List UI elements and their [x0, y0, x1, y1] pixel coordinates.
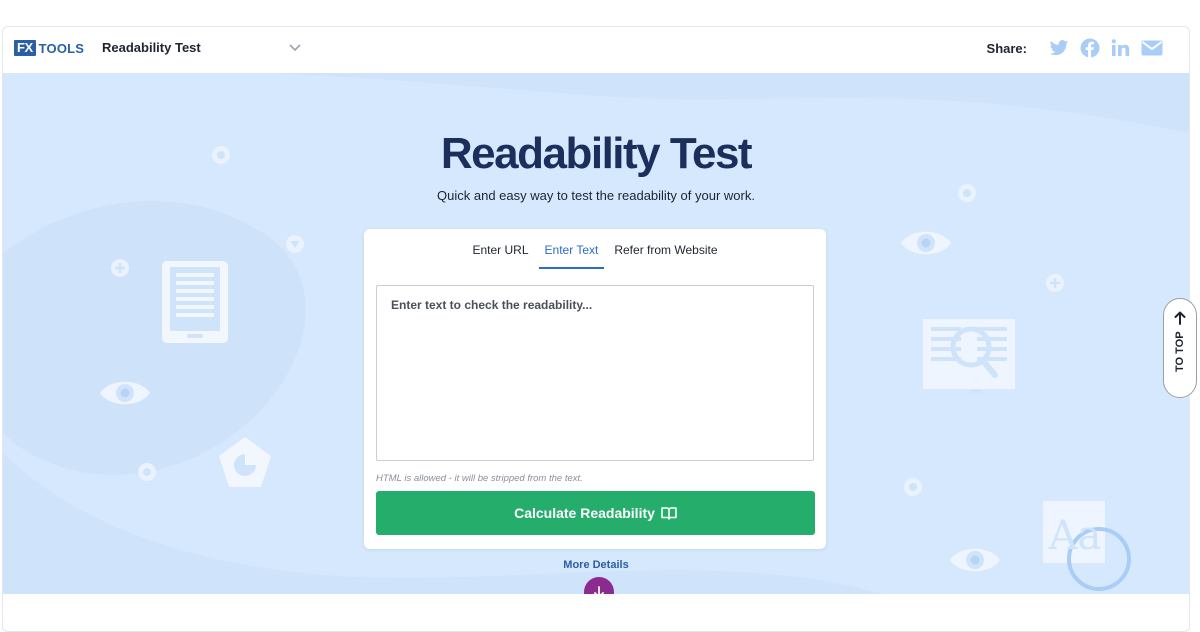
- hero-section: Aa Readability Test Quick and easy way t…: [3, 73, 1189, 594]
- circle-dot-icon: [904, 478, 922, 496]
- html-allowed-hint: HTML is allowed - it will be stripped fr…: [376, 473, 583, 484]
- eye-icon: [901, 231, 951, 255]
- tool-selector-label[interactable]: Readability Test: [102, 40, 201, 55]
- chevron-down-icon[interactable]: [287, 41, 303, 55]
- tab-enter-url[interactable]: Enter URL: [467, 243, 535, 269]
- page-subtitle: Quick and easy way to test the readabili…: [437, 188, 755, 203]
- tab-enter-text[interactable]: Enter Text: [538, 243, 605, 269]
- input-mode-tabs: Enter URL Enter Text Refer from Website: [364, 243, 826, 269]
- share-label: Share:: [986, 40, 1027, 56]
- twitter-icon[interactable]: [1048, 37, 1070, 59]
- plus-circle-icon: [1046, 274, 1064, 292]
- triangle-badge-icon: [286, 235, 304, 253]
- logo-text: TOOLS: [38, 40, 85, 56]
- to-top-label: TO TOP: [1174, 331, 1186, 372]
- linkedin-icon[interactable]: [1110, 37, 1132, 59]
- email-icon[interactable]: [1141, 37, 1163, 59]
- share-bar: Share:: [987, 37, 1163, 59]
- top-bar: FX TOOLS Readability Test Share:: [3, 27, 1189, 73]
- calculate-readability-button[interactable]: Calculate Readability: [376, 491, 815, 535]
- svg-text:Aa: Aa: [1048, 513, 1102, 559]
- calculate-button-label: Calculate Readability: [514, 505, 655, 521]
- text-input-area[interactable]: [376, 285, 814, 461]
- page-title: Readability Test: [440, 129, 753, 178]
- book-magnifier-icon: [923, 319, 1015, 393]
- readability-form-card: Enter URL Enter Text Refer from Website …: [364, 229, 826, 549]
- more-details-link[interactable]: More Details: [3, 559, 1189, 571]
- to-top-button[interactable]: TO TOP: [1163, 298, 1197, 398]
- page-frame: FX TOOLS Readability Test Share: Aa Read…: [2, 26, 1190, 632]
- font-aa-icon: Aa: [1043, 501, 1131, 591]
- circle-dot-icon: [138, 463, 156, 481]
- tab-refer-from-website[interactable]: Refer from Website: [608, 243, 723, 269]
- pentagon-target-icon: [219, 437, 271, 487]
- plus-circle-icon: [111, 259, 129, 277]
- arrow-up-icon: [1174, 311, 1186, 330]
- logo-mark: FX: [14, 40, 36, 56]
- tablet-icon: [162, 261, 228, 343]
- facebook-icon[interactable]: [1079, 37, 1101, 59]
- eye-icon: [100, 381, 150, 405]
- fx-tools-logo[interactable]: FX TOOLS: [14, 40, 84, 56]
- book-open-icon: [661, 506, 677, 520]
